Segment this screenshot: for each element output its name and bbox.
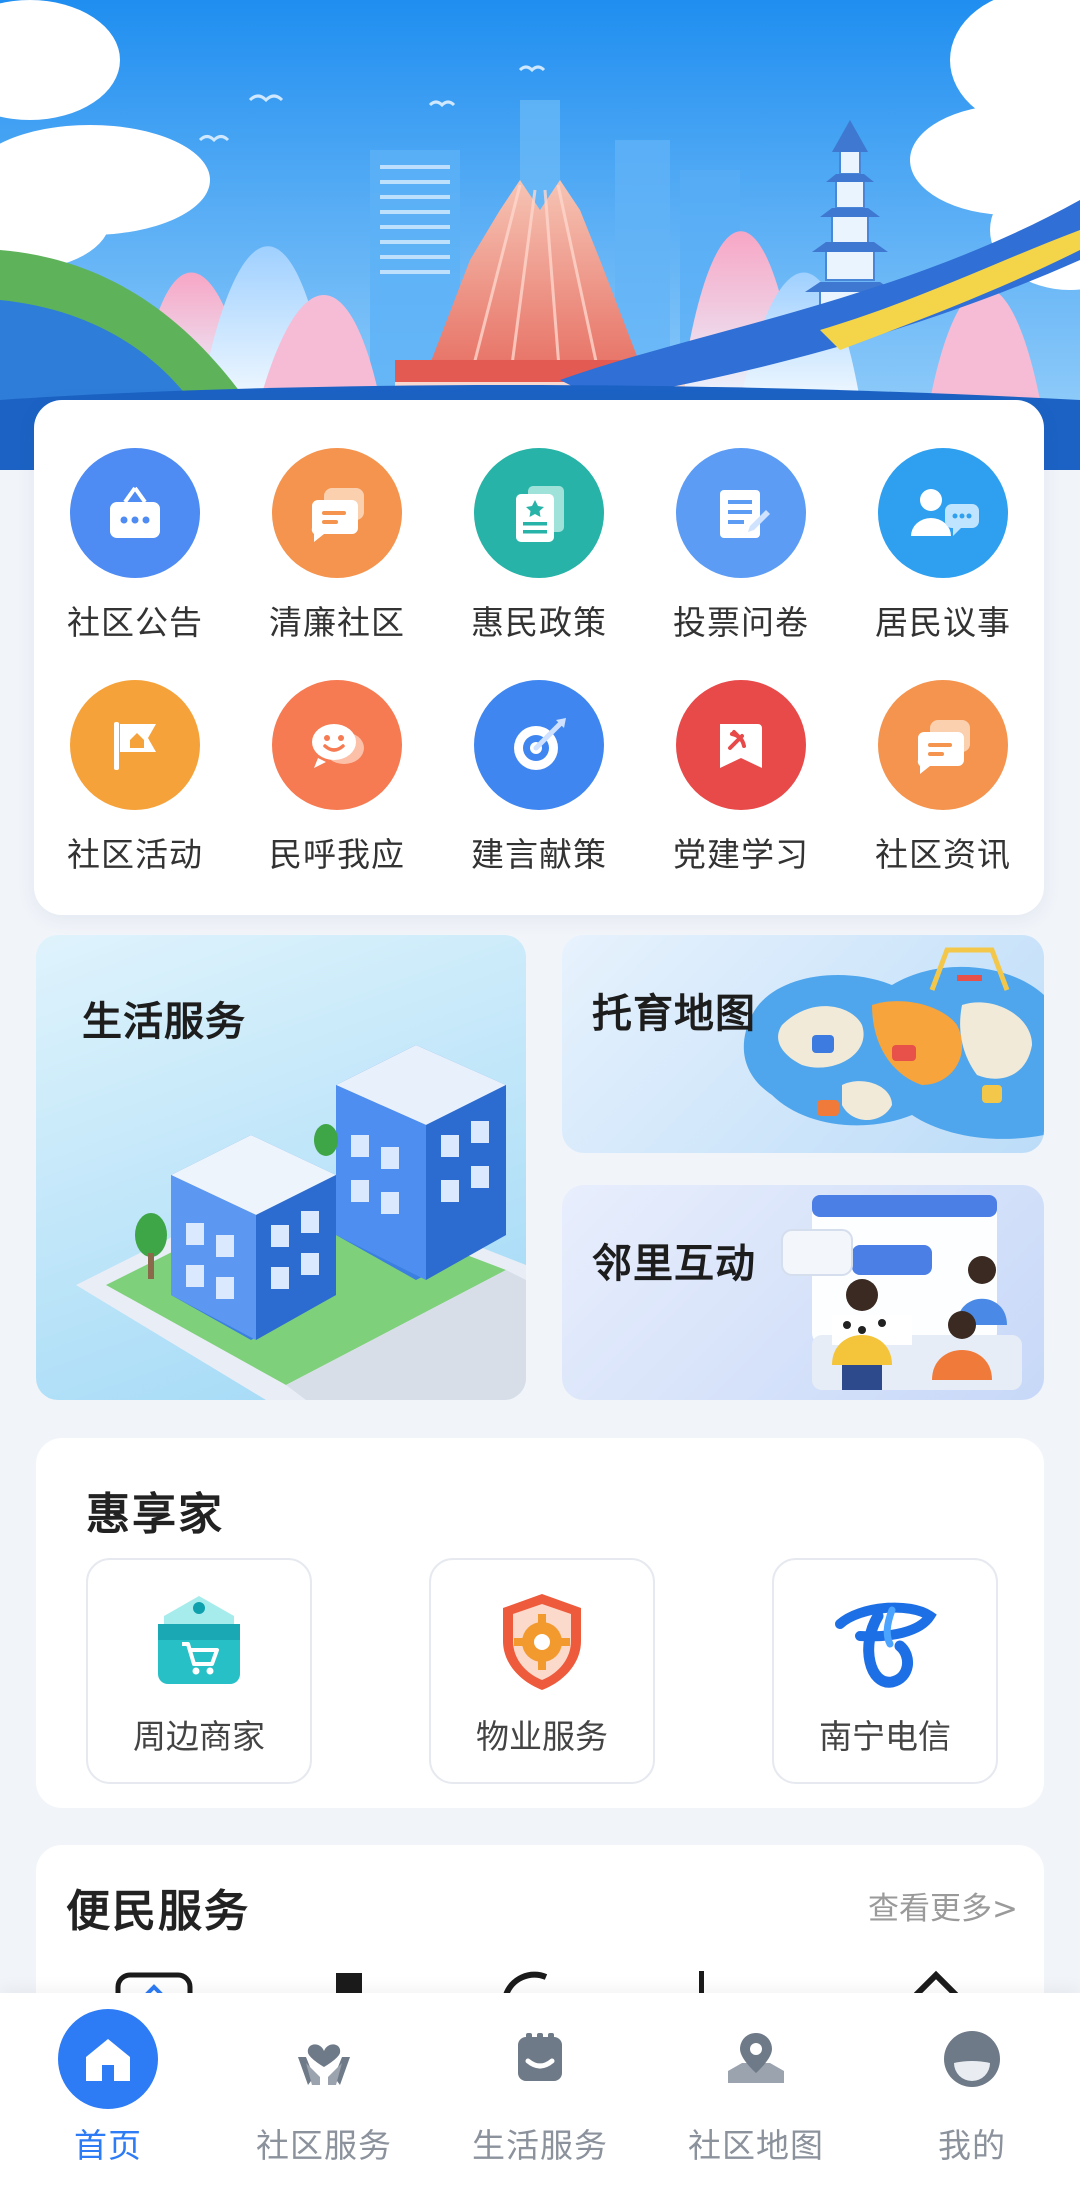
- shop-cart-icon: [144, 1586, 254, 1696]
- tab-label: 我的: [938, 2126, 1006, 2165]
- tab-label: 首页: [74, 2126, 142, 2165]
- policy-document-icon: [474, 448, 604, 578]
- grid-item-suggestion[interactable]: 建言献策: [454, 680, 624, 880]
- activity-flag-icon: [70, 680, 200, 810]
- tab-life-service[interactable]: 生活服务: [432, 1993, 648, 2185]
- tile-title: 邻里互动: [592, 1241, 756, 1287]
- home-icon: [58, 2009, 158, 2109]
- world-map-illustration: [743, 947, 1044, 1139]
- tab-label: 生活服务: [472, 2126, 608, 2165]
- grid-label: 投票问卷: [673, 603, 809, 642]
- grid-label: 社区公告: [67, 603, 203, 642]
- map-pin-icon: [706, 2009, 806, 2109]
- grid-item-discussion[interactable]: 居民议事: [858, 448, 1028, 648]
- grid-label: 清廉社区: [269, 603, 405, 642]
- grid-label: 居民议事: [875, 603, 1011, 642]
- neighbors-chess-illustration: [781, 1195, 1022, 1390]
- grid-item-notice[interactable]: 社区公告: [50, 448, 220, 648]
- bottom-tab-bar: 首页 社区服务 生活服务 社区地图 我的: [0, 1993, 1080, 2185]
- tab-community-map[interactable]: 社区地图: [648, 1993, 864, 2185]
- hui-label: 南宁电信: [819, 1717, 951, 1756]
- hui-label: 周边商家: [133, 1717, 265, 1756]
- hui-label: 物业服务: [476, 1717, 608, 1756]
- grid-label: 建言献策: [471, 835, 607, 874]
- grid-label: 民呼我应: [269, 835, 405, 874]
- hui-xiang-jia-section: 惠享家 周边商家 物业服务 南宁电信: [36, 1438, 1044, 1808]
- target-dart-icon: [474, 680, 604, 810]
- grid-item-party-study[interactable]: 党建学习: [656, 680, 826, 880]
- grid-item-activity[interactable]: 社区活动: [50, 680, 220, 880]
- nanning-telecom-button[interactable]: 南宁电信: [772, 1558, 998, 1784]
- section-title: 惠享家: [86, 1489, 224, 1540]
- property-service-button[interactable]: 物业服务: [429, 1558, 655, 1784]
- neighbor-interaction-tile[interactable]: 邻里互动: [562, 1185, 1044, 1400]
- heart-hands-icon: [274, 2009, 374, 2109]
- chat-bubble-icon: [272, 448, 402, 578]
- tab-community-service[interactable]: 社区服务: [216, 1993, 432, 2185]
- notice-board-icon: [70, 448, 200, 578]
- residents-discussion-icon: [878, 448, 1008, 578]
- tab-home[interactable]: 首页: [0, 1993, 216, 2185]
- telecom-logo-icon: [830, 1586, 940, 1696]
- smile-chat-icon: [272, 680, 402, 810]
- grid-item-response[interactable]: 民呼我应: [252, 680, 422, 880]
- quick-entry-card: 社区公告 清廉社区 惠民政策 投票问卷 居民议事 社区活动 民呼我应 建言献策 …: [34, 400, 1044, 915]
- grid-label: 社区活动: [67, 835, 203, 874]
- grid-label: 惠民政策: [471, 603, 607, 642]
- party-emblem-icon: [676, 680, 806, 810]
- tile-title: 生活服务: [82, 999, 246, 1045]
- grid-item-policy[interactable]: 惠民政策: [454, 448, 624, 648]
- childcare-map-tile[interactable]: 托育地图: [562, 935, 1044, 1153]
- tab-label: 社区地图: [688, 2126, 824, 2165]
- grid-item-vote[interactable]: 投票问卷: [656, 448, 826, 648]
- profile-icon: [922, 2009, 1022, 2109]
- grid-label: 党建学习: [673, 835, 809, 874]
- tab-label: 社区服务: [256, 2126, 392, 2165]
- tab-profile[interactable]: 我的: [864, 1993, 1080, 2185]
- nearby-merchants-button[interactable]: 周边商家: [86, 1558, 312, 1784]
- grid-item-news[interactable]: 社区资讯: [858, 680, 1028, 880]
- grid-item-integrity[interactable]: 清廉社区: [252, 448, 422, 648]
- news-bubble-icon: [878, 680, 1008, 810]
- shield-gear-icon: [487, 1586, 597, 1696]
- grid-label: 社区资讯: [875, 835, 1011, 874]
- questionnaire-icon: [676, 448, 806, 578]
- tile-title: 托育地图: [592, 991, 756, 1037]
- life-service-icon: [490, 2009, 590, 2109]
- life-service-tile[interactable]: 生活服务: [36, 935, 526, 1400]
